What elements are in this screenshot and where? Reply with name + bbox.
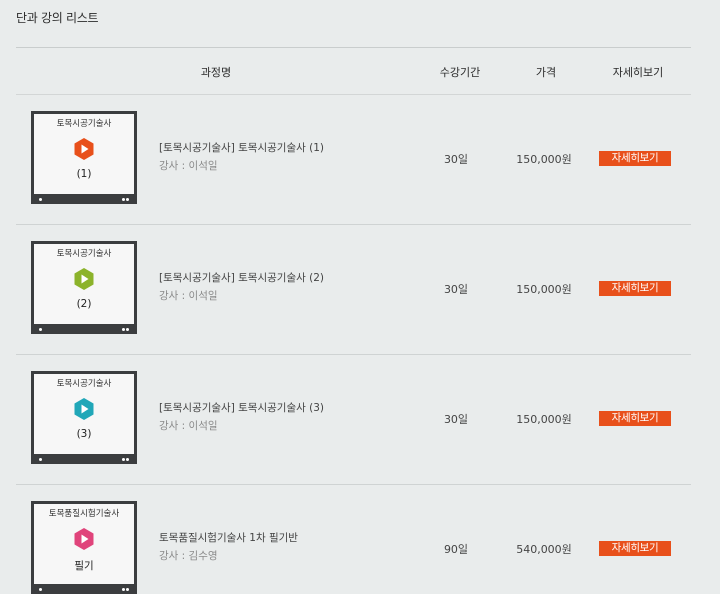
player-dot-icon <box>39 328 42 331</box>
table-row: 토목시공기술사 (3) [토목시공기술사] 토목시공기술사 (3) 강사 : 이… <box>16 355 691 485</box>
play-icon <box>74 528 94 550</box>
course-title[interactable]: 토목품질시험기술사 1차 필기반 <box>159 530 298 545</box>
player-dot-icon <box>39 458 42 461</box>
player-dot-icon <box>39 198 42 201</box>
header-period: 수강기간 <box>439 66 481 79</box>
player-controls-icon <box>121 198 130 201</box>
table-header: 과정명 수강기간 가격 자세히보기 <box>16 47 691 95</box>
detail-button[interactable]: 자세히보기 <box>599 151 671 166</box>
player-controls-icon <box>121 458 130 461</box>
thumbnail-label: 필기 <box>74 560 94 572</box>
thumbnail-label: (3) <box>76 428 92 440</box>
course-thumbnail[interactable]: 토목시공기술사 (2) <box>31 241 137 334</box>
instructor: 강사 : 이석일 <box>159 290 218 302</box>
course-thumbnail[interactable]: 토목시공기술사 (3) <box>31 371 137 464</box>
instructor: 강사 : 이석일 <box>159 420 218 432</box>
course-thumbnail[interactable]: 토목품질시험기술사 필기 <box>31 501 137 594</box>
thumbnail-label: (2) <box>76 298 92 310</box>
instructor: 강사 : 이석일 <box>159 160 218 172</box>
thumbnail-title: 토목품질시험기술사 <box>48 509 120 519</box>
play-icon <box>74 138 94 160</box>
course-period: 30일 <box>443 413 469 426</box>
course-title[interactable]: [토목시공기술사] 토목시공기술사 (3) <box>159 400 324 415</box>
detail-button[interactable]: 자세히보기 <box>599 411 671 426</box>
header-course-name: 과정명 <box>200 66 232 79</box>
thumbnail-title: 토목시공기술사 <box>56 379 112 389</box>
thumbnail-title: 토목시공기술사 <box>56 119 112 129</box>
course-title[interactable]: [토목시공기술사] 토목시공기술사 (2) <box>159 270 324 285</box>
course-table: 과정명 수강기간 가격 자세히보기 토목시공기술사 (1) [토목시공기술사] … <box>16 47 691 594</box>
table-row: 토목시공기술사 (1) [토목시공기술사] 토목시공기술사 (1) 강사 : 이… <box>16 95 691 225</box>
player-controls-icon <box>121 328 130 331</box>
detail-button[interactable]: 자세히보기 <box>599 541 671 556</box>
page-title: 단과 강의 리스트 <box>16 11 99 25</box>
course-period: 30일 <box>443 283 469 296</box>
course-price: 540,000원 <box>516 543 572 556</box>
detail-button[interactable]: 자세히보기 <box>599 281 671 296</box>
course-price: 150,000원 <box>516 413 572 426</box>
course-thumbnail[interactable]: 토목시공기술사 (1) <box>31 111 137 204</box>
instructor: 강사 : 김수영 <box>159 550 218 562</box>
course-price: 150,000원 <box>516 283 572 296</box>
course-title[interactable]: [토목시공기술사] 토목시공기술사 (1) <box>159 140 324 155</box>
play-icon <box>74 398 94 420</box>
play-icon <box>74 268 94 290</box>
course-price: 150,000원 <box>516 153 572 166</box>
table-row: 토목시공기술사 (2) [토목시공기술사] 토목시공기술사 (2) 강사 : 이… <box>16 225 691 355</box>
thumbnail-title: 토목시공기술사 <box>56 249 112 259</box>
header-price: 가격 <box>535 66 557 79</box>
course-period: 90일 <box>443 543 469 556</box>
table-row: 토목품질시험기술사 필기 토목품질시험기술사 1차 필기반 강사 : 김수영 9… <box>16 485 691 594</box>
course-period: 30일 <box>443 153 469 166</box>
thumbnail-label: (1) <box>76 168 92 180</box>
header-detail: 자세히보기 <box>612 66 664 79</box>
